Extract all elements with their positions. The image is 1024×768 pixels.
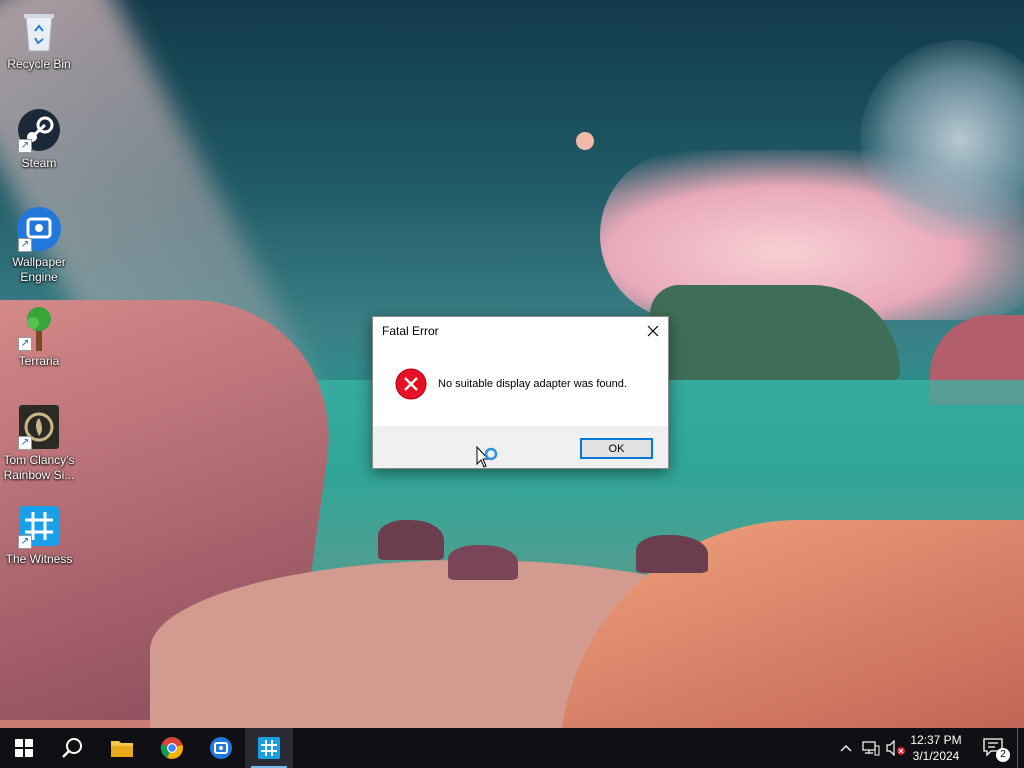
start-icon: [15, 739, 33, 757]
clock-date: 3/1/2024: [912, 749, 960, 763]
terraria-icon: ↗: [16, 305, 62, 351]
desktop-icon-terraria[interactable]: ↗ Terraria: [1, 305, 77, 369]
desktop-icon-label: Wallpaper Engine: [12, 255, 66, 284]
shortcut-arrow-icon: ↗: [18, 436, 32, 450]
wallpaper-rock: [636, 535, 708, 573]
desktop-icon-rainbow-six[interactable]: ↗ Tom Clancy's Rainbow Si...: [1, 404, 77, 483]
recycle-bin-icon: [16, 8, 62, 54]
search-button[interactable]: [48, 728, 96, 768]
fatal-error-dialog: Fatal Error No suitable display adapter …: [372, 316, 669, 469]
taskbar-clock[interactable]: 12:37 PM 3/1/2024: [908, 732, 964, 764]
desktop-icon-steam[interactable]: ↗ Steam: [1, 107, 77, 171]
action-center-button[interactable]: 2: [976, 728, 1012, 768]
rainbow-six-icon: ↗: [16, 404, 62, 450]
desktop-icon-label: Tom Clancy's Rainbow Si...: [3, 453, 75, 482]
desktop-icon-recycle-bin[interactable]: Recycle Bin: [1, 8, 77, 72]
show-hidden-icons-button[interactable]: [836, 728, 856, 768]
wallpaper-rock: [378, 520, 444, 560]
close-icon: [647, 325, 659, 337]
shortcut-arrow-icon: ↗: [18, 535, 32, 549]
wallpaper-engine-icon: ↗: [16, 206, 62, 252]
shortcut-arrow-icon: ↗: [18, 238, 32, 252]
error-icon: [395, 368, 427, 400]
steam-icon: ↗: [16, 107, 62, 153]
dialog-footer: OK: [373, 426, 668, 468]
busy-cursor: [476, 445, 502, 477]
dialog-body: No suitable display adapter was found.: [373, 345, 668, 423]
taskbar-file-explorer[interactable]: [98, 728, 146, 768]
taskbar: 12:37 PM 3/1/2024 2: [0, 728, 1024, 768]
volume-button[interactable]: [884, 728, 908, 768]
show-desktop-button[interactable]: [1017, 728, 1024, 768]
the-witness-icon: [258, 737, 280, 759]
network-button[interactable]: [860, 728, 882, 768]
ok-button[interactable]: OK: [580, 438, 653, 459]
cursor-icon: [476, 445, 498, 468]
chevron-up-icon: [840, 745, 852, 752]
taskbar-chrome[interactable]: [148, 728, 196, 768]
desktop-icon-label: Terraria: [18, 354, 60, 368]
chrome-icon: [160, 737, 183, 759]
desktop: Recycle Bin ↗ Steam ↗ Wallpaper Engine ↗…: [0, 0, 1024, 728]
clock-time: 12:37 PM: [910, 733, 962, 747]
volume-muted-icon: [886, 740, 905, 756]
the-witness-icon: ↗: [16, 503, 62, 549]
desktop-icon-the-witness[interactable]: ↗ The Witness: [1, 503, 77, 567]
close-button[interactable]: [638, 317, 668, 345]
dialog-title: Fatal Error: [382, 324, 439, 338]
wallpaper-moon: [576, 132, 594, 150]
wallpaper-engine-icon: [210, 737, 232, 759]
shortcut-arrow-icon: ↗: [18, 337, 32, 351]
desktop-icon-label: The Witness: [5, 552, 73, 566]
start-button[interactable]: [0, 728, 48, 768]
taskbar-wallpaper-engine[interactable]: [197, 728, 245, 768]
desktop-icon-label: Recycle Bin: [7, 57, 71, 71]
desktop-icon-label: Steam: [21, 156, 57, 170]
network-icon: [862, 741, 880, 756]
shortcut-arrow-icon: ↗: [18, 139, 32, 153]
search-icon: [62, 738, 82, 758]
notification-count-badge: 2: [996, 748, 1010, 762]
desktop-icon-wallpaper-engine[interactable]: ↗ Wallpaper Engine: [1, 206, 77, 285]
file-explorer-icon: [111, 741, 133, 757]
error-message: No suitable display adapter was found.: [438, 378, 627, 390]
taskbar-the-witness[interactable]: [245, 728, 293, 768]
dialog-titlebar[interactable]: Fatal Error: [373, 317, 668, 345]
wallpaper-rock: [448, 545, 518, 580]
